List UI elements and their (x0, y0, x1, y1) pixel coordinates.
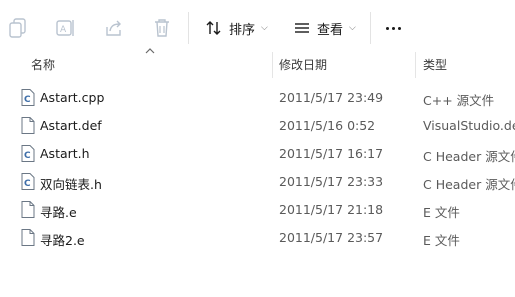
sort-caret-icon (145, 48, 155, 54)
file-type: C Header 源文件 (423, 177, 515, 192)
more-dots-icon[interactable] (386, 27, 401, 30)
view-lines-icon (291, 17, 313, 39)
c-source-file-icon: C (21, 145, 35, 162)
file-modified: 2011/5/17 23:49 (279, 90, 384, 105)
view-button[interactable]: 查看 ⌵ (291, 14, 356, 42)
toolbar-separator (370, 12, 371, 44)
chevron-down-icon: ⌵ (349, 23, 356, 33)
sort-arrows-icon (203, 17, 225, 39)
file-name: Astart.def (40, 118, 102, 133)
column-header-modified[interactable]: 修改日期 (279, 56, 327, 73)
file-type: C++ 源文件 (423, 93, 495, 108)
svg-text:C: C (24, 179, 31, 189)
file-row[interactable]: 寻路2.e 2011/5/17 23:57 E 文件 (0, 223, 515, 251)
column-header-type[interactable]: 类型 (423, 56, 447, 73)
file-type: E 文件 (423, 205, 460, 220)
svg-text:C: C (24, 151, 31, 161)
c-source-file-icon: C (21, 173, 35, 190)
svg-text:A: A (60, 25, 67, 35)
file-modified: 2011/5/17 23:33 (279, 174, 384, 189)
toolbar-separator (188, 12, 189, 44)
file-name: Astart.h (40, 146, 90, 161)
file-modified: 2011/5/17 21:18 (279, 202, 384, 217)
column-divider[interactable] (415, 52, 416, 78)
share-icon[interactable] (102, 14, 126, 42)
view-button-label: 查看 (317, 22, 344, 38)
file-modified: 2011/5/16 0:52 (279, 118, 376, 133)
file-name: 寻路2.e (40, 233, 85, 248)
blank-file-icon (21, 229, 35, 246)
file-row[interactable]: C Astart.h 2011/5/17 16:17 C Header 源文件 (0, 139, 515, 167)
copy-icon[interactable] (6, 14, 30, 42)
file-row[interactable]: 寻路.e 2011/5/17 21:18 E 文件 (0, 195, 515, 223)
file-row[interactable]: C 双向链表.h 2011/5/17 23:33 C Header 源文件 (0, 167, 515, 195)
rename-icon[interactable]: A (54, 14, 78, 42)
file-modified: 2011/5/17 23:57 (279, 230, 384, 245)
svg-text:C: C (24, 95, 31, 105)
file-modified: 2011/5/17 16:17 (279, 146, 384, 161)
file-type: VisualStudio.def (423, 118, 515, 133)
file-type: E 文件 (423, 233, 460, 248)
chevron-down-icon: ⌵ (261, 23, 268, 33)
sort-button-label: 排序 (229, 22, 256, 38)
delete-icon[interactable] (150, 14, 174, 42)
column-header-name[interactable]: 名称 (31, 56, 55, 73)
column-header-row: 名称 修改日期 类型 (0, 48, 515, 78)
file-row[interactable]: Astart.def 2011/5/16 0:52 VisualStudio.d… (0, 111, 515, 139)
file-row[interactable]: C Astart.cpp 2011/5/17 23:49 C++ 源文件 (0, 83, 515, 111)
file-type: C Header 源文件 (423, 149, 515, 164)
command-bar: A 排序 ⌵ 查看 ⌵ (0, 0, 515, 56)
column-divider[interactable] (272, 52, 273, 78)
blank-file-icon (21, 201, 35, 218)
blank-file-icon (21, 117, 35, 134)
file-name: Astart.cpp (40, 90, 105, 105)
sort-button[interactable]: 排序 ⌵ (203, 14, 268, 42)
file-name: 双向链表.h (40, 177, 102, 192)
file-name: 寻路.e (40, 205, 77, 220)
c-source-file-icon: C (21, 89, 35, 106)
